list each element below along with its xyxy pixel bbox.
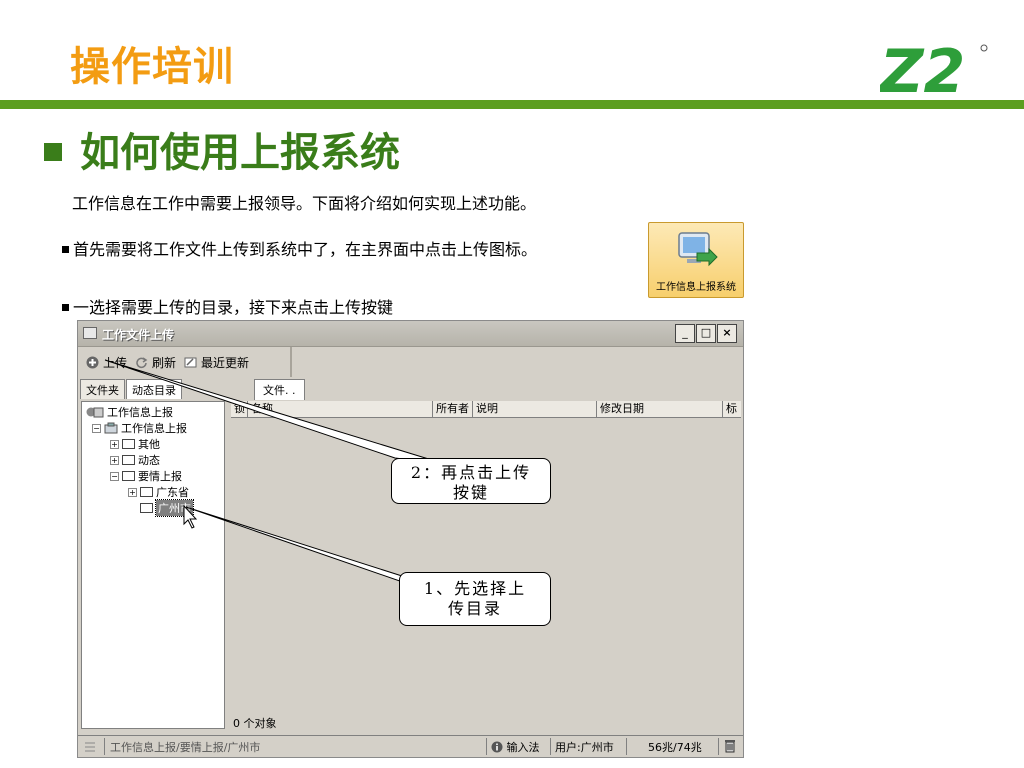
callout-step-1: 1、先选择上 传目录 — [399, 572, 551, 626]
tree-item-label-selected: 广州市 — [155, 499, 194, 517]
tree-item-dynamic[interactable]: + 动态 — [110, 452, 160, 468]
folder-open-icon — [122, 471, 135, 481]
square-bullet-icon — [44, 143, 62, 161]
upload-plus-icon — [86, 356, 99, 368]
collapse-icon: − — [110, 471, 119, 481]
list-header: 锁 名称 所有者 说明 修改日期 标 — [231, 401, 741, 418]
section-heading: 如何使用上报系统 — [44, 120, 400, 178]
tree-item-label: 工作信息上报 — [121, 422, 187, 435]
tab-dynamic-directory[interactable]: 动态目录 — [126, 379, 182, 399]
tree-item-label: 广东省 — [156, 486, 189, 499]
refresh-label: 刷新 — [152, 355, 177, 370]
network-folder-icon — [86, 407, 104, 418]
tree-item-report[interactable]: − 工作信息上报 — [92, 420, 187, 436]
callout-step-2-line1: 2：再点击上传 — [410, 463, 532, 482]
maximize-button[interactable]: □ — [696, 324, 716, 343]
bullet-step-select-folder: 一选择需要上传的目录，接下来点击上传按键 — [62, 294, 393, 318]
refresh-button[interactable]: 刷新 — [135, 354, 176, 371]
info-icon — [491, 741, 503, 753]
tree-tabs: 文件夹 动态目录 — [80, 379, 183, 399]
tree-item-guangzhou[interactable]: 广州市 — [140, 499, 194, 517]
tree-item-label: 其他 — [138, 438, 160, 451]
column-owner[interactable]: 所有者 — [433, 401, 473, 418]
storage-status: 56兆/74兆 — [648, 741, 702, 754]
monitor-upload-icon — [678, 232, 718, 267]
file-list: 锁 名称 所有者 说明 修改日期 标 0 个对象 — [231, 401, 741, 730]
user-status: 用户:广州市 — [555, 741, 614, 754]
upload-label: 上传 — [103, 355, 128, 370]
tab-folders[interactable]: 文件夹 — [80, 379, 125, 399]
expand-icon: + — [110, 439, 119, 449]
column-tag[interactable]: 标 — [723, 401, 741, 418]
tree-item-key-report[interactable]: − 要情上报 — [110, 468, 182, 484]
ime-status[interactable]: 输入法 — [491, 739, 540, 755]
database-icon — [104, 422, 118, 434]
slide-title: 操作培训 — [70, 44, 234, 90]
folder-icon — [122, 439, 135, 449]
tree-item-guangdong[interactable]: + 广东省 — [128, 484, 189, 500]
status-path: 工作信息上报/要情上报/广州市 — [110, 741, 261, 754]
tree-root-label: 工作信息上报 — [107, 406, 173, 419]
file-upload-window: 工作文件上传 _ □ × 上传 刷新 最近更新 文件夹 动态目录 文件. . 工… — [77, 320, 744, 758]
z2-logo: Z2 — [880, 38, 988, 98]
tree-item-label: 动态 — [138, 454, 160, 467]
bullet-step-upload-icon: 首先需要将工作文件上传到系统中了，在主界面中点击上传图标。 — [62, 236, 537, 260]
expand-icon: + — [128, 487, 137, 497]
window-title: 工作文件上传 — [102, 328, 175, 342]
callout-step-1-line2: 传目录 — [447, 599, 502, 618]
folder-icon — [122, 455, 135, 465]
folder-tree: 工作信息上报 − 工作信息上报 + 其他 + 动态 − 要情上报 + 广东省 广… — [81, 401, 225, 729]
window-toolbar: 上传 刷新 最近更新 — [78, 347, 292, 377]
logo-text: Z2 — [880, 38, 965, 98]
close-button[interactable]: × — [717, 324, 737, 343]
report-system-app-icon[interactable]: 工作信息上报系统 — [648, 222, 744, 298]
folder-icon — [140, 503, 153, 513]
recent-updates-button[interactable]: 最近更新 — [184, 354, 249, 371]
tree-item-other[interactable]: + 其他 — [110, 436, 160, 452]
bullet-text: 一选择需要上传的目录，接下来点击上传按键 — [73, 298, 394, 317]
column-lock[interactable]: 锁 — [231, 401, 248, 418]
intro-paragraph: 工作信息在工作中需要上报领导。下面将介绍如何实现上述功能。 — [72, 194, 537, 213]
square-bullet-icon — [62, 304, 69, 311]
callout-step-2: 2：再点击上传 按键 — [391, 458, 551, 504]
bullet-text: 首先需要将工作文件上传到系统中了，在主界面中点击上传图标。 — [73, 240, 538, 259]
collapse-icon: − — [92, 423, 101, 433]
edit-document-icon — [184, 357, 197, 367]
minimize-button[interactable]: _ — [675, 324, 695, 343]
column-modified-date[interactable]: 修改日期 — [597, 401, 723, 418]
column-name[interactable]: 名称 — [248, 401, 433, 418]
status-bar: 工作信息上报/要情上报/广州市 输入法 用户:广州市 56兆/74兆 — [78, 735, 743, 757]
refresh-icon — [136, 356, 148, 368]
window-titlebar[interactable]: 工作文件上传 _ □ × — [78, 321, 743, 347]
tree-item-label: 要情上报 — [138, 470, 182, 483]
square-bullet-icon — [62, 246, 69, 253]
tab-files[interactable]: 文件. . — [254, 379, 305, 400]
heading-text: 如何使用上报系统 — [80, 130, 400, 176]
column-description[interactable]: 说明 — [473, 401, 597, 418]
callout-step-1-line1: 1、先选择上 — [423, 579, 527, 598]
upload-button[interactable]: 上传 — [86, 354, 127, 371]
expand-icon: + — [110, 455, 119, 465]
tree-root[interactable]: 工作信息上报 — [86, 404, 173, 420]
object-count: 0 个对象 — [233, 717, 277, 730]
callout-step-2-line2: 按键 — [452, 483, 489, 502]
recent-updates-label: 最近更新 — [201, 355, 250, 370]
grip-icon — [85, 742, 95, 752]
header-divider — [0, 100, 1024, 109]
app-icon-label: 工作信息上报系统 — [656, 282, 736, 293]
trash-icon[interactable] — [724, 739, 736, 753]
folder-icon — [140, 487, 153, 497]
window-icon — [83, 327, 97, 339]
ime-label: 输入法 — [506, 741, 540, 754]
